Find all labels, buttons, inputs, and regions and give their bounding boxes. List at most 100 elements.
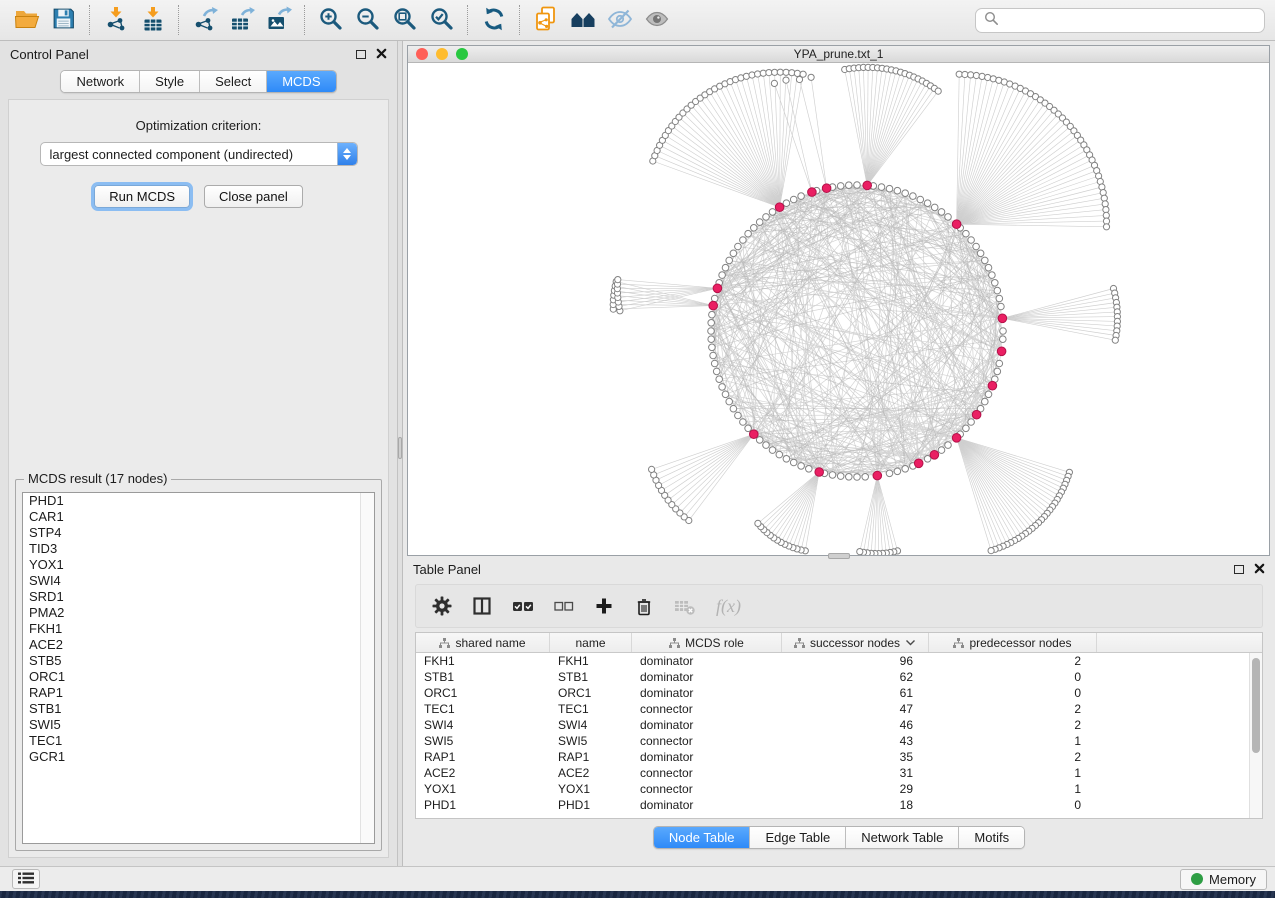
tab-node-table[interactable]: Node Table — [654, 827, 750, 848]
show-columns-icon[interactable] — [512, 599, 534, 613]
mcds-result-item[interactable]: STB1 — [23, 701, 374, 717]
mcds-result-item[interactable]: STB5 — [23, 653, 374, 669]
import-table-button[interactable] — [134, 5, 171, 36]
table-cell: dominator — [632, 685, 782, 701]
toolbar-separator — [178, 5, 179, 35]
table-row[interactable]: YOX1YOX1connector291 — [416, 781, 1262, 797]
copy-share-icon — [533, 6, 559, 35]
column-header-successor-nodes[interactable]: successor nodes — [782, 633, 929, 652]
table-cell: connector — [632, 781, 782, 797]
tab-network[interactable]: Network — [61, 71, 139, 92]
network-search-box[interactable] — [975, 8, 1265, 33]
close-panel-icon[interactable] — [376, 47, 387, 62]
task-history-button[interactable] — [12, 869, 40, 889]
table-row[interactable]: STB1STB1dominator620 — [416, 669, 1262, 685]
mcds-result-item[interactable]: SWI4 — [23, 573, 374, 589]
table-cell: 62 — [782, 669, 929, 685]
network-canvas[interactable] — [408, 63, 1269, 555]
delete-column-icon[interactable] — [634, 596, 654, 617]
table-row[interactable]: TEC1TEC1connector472 — [416, 701, 1262, 717]
table-row[interactable]: ORC1ORC1dominator610 — [416, 685, 1262, 701]
table-cell: PHD1 — [550, 797, 632, 813]
zoom-selected-button[interactable] — [423, 5, 460, 36]
mcds-result-item[interactable]: GCR1 — [23, 749, 374, 765]
mcds-result-item[interactable]: STP4 — [23, 525, 374, 541]
optimization-select[interactable]: largest connected component (undirected) — [40, 142, 358, 166]
eye-button[interactable] — [638, 5, 675, 36]
table-cell: YOX1 — [416, 781, 550, 797]
mcds-result-item[interactable]: YOX1 — [23, 557, 374, 573]
toggle-columns-panel-icon[interactable] — [472, 596, 492, 616]
mcds-result-item[interactable]: PHD1 — [23, 493, 374, 509]
mcds-result-list[interactable]: PHD1CAR1STP4TID3YOX1SWI4SRD1PMA2FKH1ACE2… — [22, 492, 375, 844]
table-row[interactable]: SWI5SWI5connector431 — [416, 733, 1262, 749]
scrollbar-thumb[interactable] — [1252, 658, 1260, 753]
refresh-button[interactable] — [475, 5, 512, 36]
eye-hidden-button[interactable] — [601, 5, 638, 36]
import-network-button[interactable] — [97, 5, 134, 36]
table-cell: 1 — [929, 765, 1097, 781]
float-panel-icon[interactable] — [356, 50, 366, 59]
column-header-shared-name[interactable]: shared name — [416, 633, 550, 652]
mcds-result-item[interactable]: SWI5 — [23, 717, 374, 733]
splitter-handle-icon[interactable] — [398, 437, 402, 459]
settings-gear-icon[interactable] — [432, 596, 452, 616]
tab-mcds[interactable]: MCDS — [266, 71, 335, 92]
mcds-result-group: MCDS result (17 nodes) PHD1CAR1STP4TID3Y… — [15, 479, 382, 851]
export-network-button[interactable] — [186, 5, 223, 36]
add-column-icon[interactable] — [594, 596, 614, 616]
export-image-button[interactable] — [260, 5, 297, 36]
network-graph[interactable] — [408, 63, 1269, 555]
column-header-mcds-role[interactable]: MCDS role — [632, 633, 782, 652]
mcds-result-item[interactable]: ORC1 — [23, 669, 374, 685]
function-builder-icon: f(x) — [716, 596, 741, 617]
table-cell: 43 — [782, 733, 929, 749]
mcds-result-item[interactable]: TEC1 — [23, 733, 374, 749]
table-row[interactable]: SWI4SWI4dominator462 — [416, 717, 1262, 733]
tab-edge-table[interactable]: Edge Table — [749, 827, 845, 848]
float-panel-icon[interactable] — [1234, 565, 1244, 574]
table-row[interactable]: RAP1RAP1dominator352 — [416, 749, 1262, 765]
application-window: Control Panel NetworkStyleSelectMCDS Opt… — [0, 0, 1275, 891]
mcds-result-item[interactable]: ACE2 — [23, 637, 374, 653]
binoculars-button[interactable] — [564, 5, 601, 36]
hide-columns-icon[interactable] — [554, 600, 574, 613]
table-cell: 0 — [929, 669, 1097, 685]
open-file-button[interactable] — [8, 5, 45, 36]
memory-button[interactable]: Memory — [1180, 869, 1267, 890]
copy-share-button[interactable] — [527, 5, 564, 36]
mcds-result-item[interactable]: RAP1 — [23, 685, 374, 701]
close-panel-button[interactable]: Close panel — [204, 185, 303, 208]
table-cell: 0 — [929, 797, 1097, 813]
tab-network-table[interactable]: Network Table — [845, 827, 958, 848]
table-row[interactable]: PHD1PHD1dominator180 — [416, 797, 1262, 813]
mcds-result-item[interactable]: PMA2 — [23, 605, 374, 621]
export-table-button[interactable] — [223, 5, 260, 36]
zoom-in-button[interactable] — [312, 5, 349, 36]
horizontal-splitter-handle[interactable] — [828, 553, 850, 559]
column-header-predecessor-nodes[interactable]: predecessor nodes — [929, 633, 1097, 652]
table-row[interactable]: ACE2ACE2connector311 — [416, 765, 1262, 781]
list-scrollbar[interactable] — [360, 493, 374, 843]
table-cell: 1 — [929, 781, 1097, 797]
zoom-fit-button[interactable] — [386, 5, 423, 36]
search-input[interactable] — [1005, 13, 1256, 28]
zoom-selected-icon — [429, 6, 455, 35]
table-cell: dominator — [632, 669, 782, 685]
tab-select[interactable]: Select — [199, 71, 266, 92]
table-scrollbar[interactable] — [1249, 653, 1262, 818]
mcds-result-item[interactable]: CAR1 — [23, 509, 374, 525]
mcds-result-item[interactable]: SRD1 — [23, 589, 374, 605]
network-window-titlebar[interactable]: YPA_prune.txt_1 — [408, 46, 1269, 63]
control-panel-title: Control Panel — [10, 47, 89, 62]
mcds-result-item[interactable]: FKH1 — [23, 621, 374, 637]
column-header-name[interactable]: name — [550, 633, 632, 652]
mcds-result-item[interactable]: TID3 — [23, 541, 374, 557]
tab-style[interactable]: Style — [139, 71, 199, 92]
close-panel-icon[interactable] — [1254, 562, 1265, 577]
table-row[interactable]: FKH1FKH1dominator962 — [416, 653, 1262, 669]
zoom-out-button[interactable] — [349, 5, 386, 36]
save-session-button[interactable] — [45, 5, 82, 36]
run-mcds-button[interactable]: Run MCDS — [94, 185, 190, 208]
tab-motifs[interactable]: Motifs — [958, 827, 1024, 848]
